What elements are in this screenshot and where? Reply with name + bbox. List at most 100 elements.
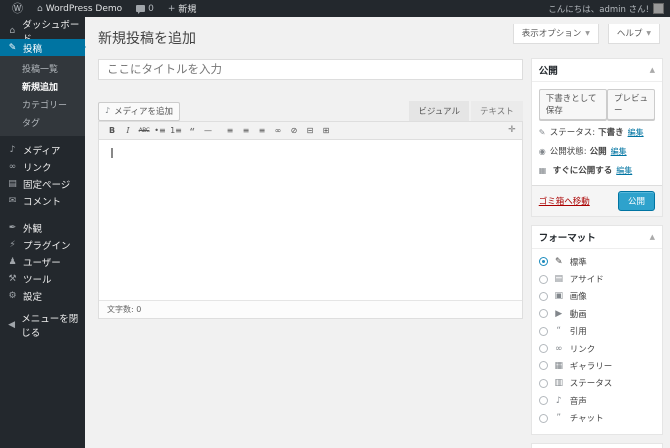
- sidebar-item-dashboard[interactable]: ⌂ ダッシュボード: [0, 20, 85, 45]
- text-cursor: [111, 147, 113, 158]
- sidebar-item-media[interactable]: ♪ メディア: [0, 141, 85, 158]
- admin-menu: ⌂ ダッシュボード ✎ 投稿 投稿一覧 新規追加 カテゴリー タグ ♪ メディア…: [0, 17, 86, 448]
- horizontal-rule-icon[interactable]: —: [201, 123, 215, 137]
- edit-status-link[interactable]: 編集: [628, 127, 644, 138]
- align-left-icon[interactable]: ≡: [223, 123, 237, 137]
- bold-icon[interactable]: B: [105, 123, 119, 137]
- user-avatar[interactable]: [653, 3, 664, 14]
- radio-button[interactable]: [538, 344, 548, 354]
- collapse-menu-button[interactable]: ◀ メニューを閉じる: [0, 314, 85, 339]
- sidebar-item-tools[interactable]: ⚒ ツール: [0, 270, 85, 287]
- radio-button[interactable]: [538, 413, 548, 423]
- wordpress-logo-icon[interactable]: Ⓦ: [7, 0, 28, 17]
- submenu-tags[interactable]: タグ: [0, 113, 85, 131]
- menu-separator: [0, 209, 85, 219]
- format-option[interactable]: ▤ アサイド: [538, 270, 655, 287]
- comments-icon: ✉: [8, 195, 17, 206]
- sidebar-item-posts[interactable]: ✎ 投稿: [0, 39, 86, 56]
- new-content-link[interactable]: + 新規: [163, 0, 202, 17]
- move-to-trash-link[interactable]: ゴミ箱へ移動: [539, 195, 590, 207]
- gear-icon: ⚙: [8, 290, 17, 301]
- status-icon: ▥: [554, 378, 563, 389]
- submenu-add-new[interactable]: 新規追加: [0, 77, 85, 95]
- format-option[interactable]: “ 引用: [538, 323, 655, 340]
- tab-visual[interactable]: ビジュアル: [409, 100, 469, 121]
- kitchen-sink-icon[interactable]: ⊞: [319, 123, 333, 137]
- fullscreen-icon[interactable]: ✛: [508, 125, 516, 135]
- radio-button[interactable]: [538, 326, 548, 336]
- visibility-value: 公開: [589, 147, 607, 157]
- unlink-icon[interactable]: ⊘: [287, 123, 301, 137]
- format-option[interactable]: ✎ 標準: [538, 253, 655, 270]
- site-name-link[interactable]: ⌂ WordPress Demo: [32, 0, 127, 17]
- italic-icon[interactable]: I: [121, 123, 135, 137]
- editor-content-area[interactable]: [99, 140, 522, 300]
- radio-button[interactable]: [538, 291, 548, 301]
- radio-button[interactable]: [538, 274, 548, 284]
- tab-text[interactable]: テキスト: [470, 100, 523, 121]
- category-box-header[interactable]: カテゴリー ▲: [532, 444, 662, 448]
- radio-button[interactable]: [538, 257, 548, 267]
- comments-adminbar-link[interactable]: 0: [131, 0, 159, 17]
- help-button[interactable]: ヘルプ ▼: [607, 24, 660, 44]
- sidebar-item-plugins[interactable]: ⚡ プラグイン: [0, 236, 85, 253]
- collapse-panel-icon[interactable]: ▲: [650, 66, 655, 74]
- bullet-list-icon[interactable]: •≡: [153, 123, 167, 137]
- status-label: ステータス:: [549, 128, 596, 138]
- format-option[interactable]: ♪ 音声: [538, 392, 655, 409]
- sidebar-item-comments[interactable]: ✉ コメント: [0, 192, 85, 209]
- publish-button[interactable]: 公開: [617, 191, 655, 211]
- sidebar-item-label: 外観: [23, 223, 43, 235]
- sidebar-item-appearance[interactable]: ✒ 外観: [0, 219, 85, 236]
- radio-button[interactable]: [538, 396, 548, 406]
- save-draft-button[interactable]: 下書きとして保存: [538, 89, 607, 120]
- publish-box-header[interactable]: 公開 ▲: [532, 59, 662, 81]
- admin-bar: Ⓦ ⌂ WordPress Demo 0 + 新規 こんにちは、admin さん…: [0, 0, 670, 17]
- align-center-icon[interactable]: ≡: [239, 123, 253, 137]
- edit-visibility-link[interactable]: 編集: [611, 146, 627, 157]
- wrench-icon: ⚒: [8, 273, 17, 284]
- media-icon: ♪: [9, 144, 16, 155]
- comments-count: 0: [148, 3, 154, 14]
- align-right-icon[interactable]: ≡: [255, 123, 269, 137]
- add-media-button[interactable]: ♪ メディアを追加: [98, 101, 181, 121]
- new-label: 新規: [178, 5, 197, 15]
- submenu-all-posts[interactable]: 投稿一覧: [0, 59, 85, 77]
- blockquote-icon[interactable]: “: [185, 123, 199, 138]
- format-option-label: 標準: [569, 257, 587, 268]
- ordered-list-icon[interactable]: 1≡: [169, 123, 183, 137]
- sidebar-item-users[interactable]: ♟ ユーザー: [0, 253, 85, 270]
- preview-button[interactable]: プレビュー: [606, 89, 655, 120]
- more-tag-icon[interactable]: ⊟: [303, 123, 317, 137]
- collapse-panel-icon[interactable]: ▲: [650, 233, 655, 241]
- help-label: ヘルプ: [616, 29, 643, 39]
- format-box-header[interactable]: フォーマット ▲: [532, 226, 662, 248]
- link-icon[interactable]: ∞: [271, 123, 285, 137]
- link-icon: ∞: [554, 343, 563, 354]
- sidebar-item-pages[interactable]: ▤ 固定ページ: [0, 175, 85, 192]
- user-greeting[interactable]: こんにちは、admin さん!: [548, 3, 649, 15]
- eye-icon: ◉: [538, 146, 546, 156]
- format-option-label: ステータス: [569, 379, 613, 390]
- format-option[interactable]: ∞ リンク: [538, 340, 655, 357]
- format-option[interactable]: ” チャット: [538, 409, 655, 426]
- submenu-categories[interactable]: カテゴリー: [0, 95, 85, 113]
- format-option[interactable]: ▣ 画像: [538, 288, 655, 305]
- radio-button[interactable]: [538, 378, 548, 388]
- screen-options-button[interactable]: 表示オプション ▼: [512, 24, 599, 44]
- post-title-input[interactable]: [98, 58, 523, 80]
- format-box: フォーマット ▲ ✎ 標準 ▤ アサイド ▣ 画像 ▶ 動画 “ 引用 ∞ リンク ▦ ギャラリー ▥ ステー…: [530, 225, 663, 435]
- sidebar-item-settings[interactable]: ⚙ 設定: [0, 287, 85, 304]
- format-option[interactable]: ▦ ギャラリー: [538, 357, 655, 374]
- edit-schedule-link[interactable]: 編集: [616, 165, 632, 176]
- radio-button[interactable]: [538, 309, 548, 319]
- format-option[interactable]: ▥ ステータス: [538, 375, 655, 392]
- format-option[interactable]: ▶ 動画: [538, 305, 655, 322]
- strikethrough-icon[interactable]: ABC: [137, 123, 151, 137]
- radio-button[interactable]: [538, 361, 548, 371]
- post-editor: B I ABC •≡ 1≡ “ — ≡ ≡ ≡ ∞ ⊘ ⊟ ⊞ ✛ 文字数: 0: [98, 120, 523, 319]
- sidebar-item-label: リンク: [23, 162, 52, 174]
- screen-options-label: 表示オプション: [521, 29, 582, 39]
- sidebar-item-links[interactable]: ∞ リンク: [0, 158, 85, 175]
- schedule-row: ▦ すぐに公開する 編集: [532, 160, 662, 179]
